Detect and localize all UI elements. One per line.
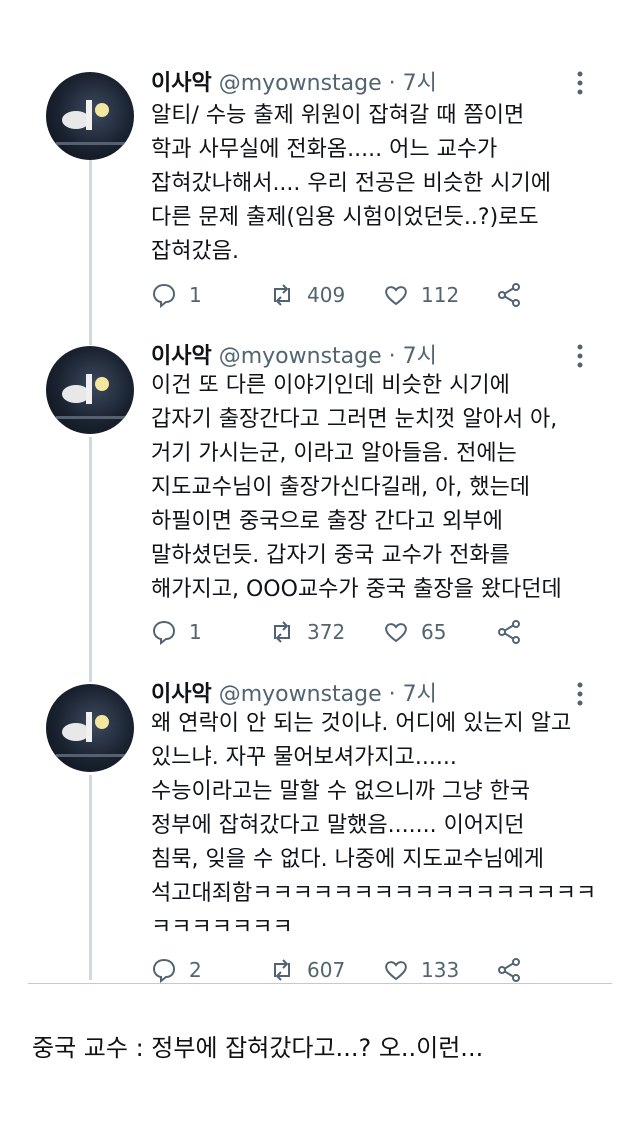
reply-icon [152, 958, 176, 983]
tweet-text-line: 이건 또 다른 이야기인데 비슷한 시기에 [151, 373, 510, 398]
tweet-text-line: 해가지고, OOO교수가 중국 출장을 왔다던데 [151, 577, 562, 602]
reply-button[interactable]: 2 [151, 955, 202, 985]
tweet-header: 이사악 @myownstage · 7시 [151, 70, 437, 98]
tweet-text-line: 잡혀갔음. [151, 239, 239, 264]
retweet-icon [274, 621, 290, 643]
share-button[interactable] [496, 617, 534, 647]
handle-time[interactable]: @myownstage · 7시 [219, 344, 437, 369]
tweet-text: 알티/ 수능 출제 위원이 잡혀갈 때 쯤이면 학과 사무실에 전화옴.....… [151, 99, 611, 269]
tweet-text-line: 거기 가시는군, 이라고 알아들음. 전에는 [151, 441, 517, 466]
reply-button[interactable]: 1 [151, 617, 202, 647]
tweet-text-line: ㅋㅋㅋㅋㅋㅋㅋ [151, 915, 293, 940]
avatar[interactable] [46, 346, 134, 434]
tweet-text-line: 지도교수님이 출장가신다길래, 아, 했는데 [151, 475, 531, 500]
caption-text: 중국 교수 : 정부에 잡혀갔다고...? 오..이런... [32, 1034, 484, 1062]
retweet-button[interactable]: 607 [269, 955, 345, 985]
share-button[interactable] [496, 955, 534, 985]
reply-count: 2 [189, 958, 202, 982]
reply-count: 1 [189, 620, 202, 644]
retweet-icon [274, 284, 290, 306]
thread-line [89, 135, 92, 345]
display-name[interactable]: 이사악 [151, 344, 212, 369]
avatar-image [56, 100, 126, 145]
tweet-text-line: 갑자기 출장간다고 그러면 눈치껏 알아서 아, [151, 407, 558, 432]
avatar-image [56, 374, 126, 419]
avatar-image [56, 712, 126, 757]
retweet-count: 409 [307, 283, 346, 307]
reply-icon [152, 283, 176, 308]
tweet-text: 이건 또 다른 이야기인데 비슷한 시기에 갑자기 출장간다고 그러면 눈치껏 … [151, 369, 611, 607]
share-icon [498, 283, 520, 307]
retweet-count: 372 [307, 620, 346, 644]
tweet-text-line: 학과 사무실에 전화옴..... 어느 교수가 [151, 137, 498, 162]
tweet-text-line: 수능이라고는 말할 수 없으니까 그냥 한국 [151, 779, 531, 804]
like-button[interactable]: 65 [383, 617, 446, 647]
tweet-actions: 2 607 133 [151, 955, 551, 985]
like-button[interactable]: 112 [383, 280, 459, 310]
tweet-text-line: 말하셨던듯. 갑자기 중국 교수가 전화를 [151, 543, 510, 568]
tweet-text: 왜 연락이 안 되는 것이냐. 어디에 있는지 알고 있느냐. 자꾸 물어보셔가… [151, 707, 611, 945]
handle-time[interactable]: @myownstage · 7시 [219, 682, 437, 707]
more-vertical-icon[interactable] [572, 681, 588, 707]
heart-icon [385, 286, 407, 306]
tweet-actions: 1 409 112 [151, 280, 551, 310]
thread-line [89, 775, 92, 980]
divider [28, 983, 612, 984]
tweet-text-line: 하필이면 중국으로 출장 간다고 외부에 [151, 509, 503, 534]
tweet-text-line: 정부에 잡혀갔다고 말했음....... 이어지던 [151, 813, 525, 838]
share-icon [498, 620, 520, 644]
tweet-header: 이사악 @myownstage · 7시 [151, 681, 437, 709]
like-count: 65 [421, 620, 447, 644]
retweet-icon [274, 959, 290, 981]
share-button[interactable] [496, 280, 534, 310]
tweet-text-line: 다른 문제 출제(임용 시험이었던듯..?)로도 [151, 205, 539, 230]
tweet-text-line: 알티/ 수능 출제 위원이 잡혀갈 때 쯤이면 [151, 103, 525, 128]
avatar[interactable] [46, 684, 134, 772]
reply-icon [152, 620, 176, 645]
more-vertical-icon[interactable] [572, 343, 588, 369]
reply-count: 1 [189, 283, 202, 307]
heart-icon [385, 961, 407, 981]
tweet-text-line: 침묵, 잊을 수 없다. 나중에 지도교수님에게 [151, 847, 545, 872]
thread-line [89, 437, 92, 682]
share-icon [498, 958, 520, 982]
like-count: 112 [421, 283, 460, 307]
reply-button[interactable]: 1 [151, 280, 202, 310]
tweet-header: 이사악 @myownstage · 7시 [151, 343, 437, 371]
like-button[interactable]: 133 [383, 955, 459, 985]
tweet-text-line: 왜 연락이 안 되는 것이냐. 어디에 있는지 알고 [151, 711, 572, 736]
display-name[interactable]: 이사악 [151, 682, 212, 707]
avatar[interactable] [46, 72, 134, 160]
tweet-text-line: 있느냐. 자꾸 물어보셔가지고...... [151, 745, 457, 770]
retweet-button[interactable]: 409 [269, 280, 345, 310]
tweet-text-line: 석고대죄함ㅋㅋㅋㅋㅋㅋㅋㅋㅋㅋㅋㅋㅋㅋㅋㅋㅋ [151, 881, 597, 906]
more-vertical-icon[interactable] [572, 70, 588, 96]
handle-time[interactable]: @myownstage · 7시 [219, 71, 437, 96]
like-count: 133 [421, 958, 460, 982]
retweet-button[interactable]: 372 [269, 617, 345, 647]
heart-icon [385, 623, 407, 643]
display-name[interactable]: 이사악 [151, 71, 212, 96]
retweet-count: 607 [307, 958, 346, 982]
tweet-text-line: 잡혀갔나해서.... 우리 전공은 비슷한 시기에 [151, 171, 552, 196]
tweet-actions: 1 372 65 [151, 617, 551, 647]
